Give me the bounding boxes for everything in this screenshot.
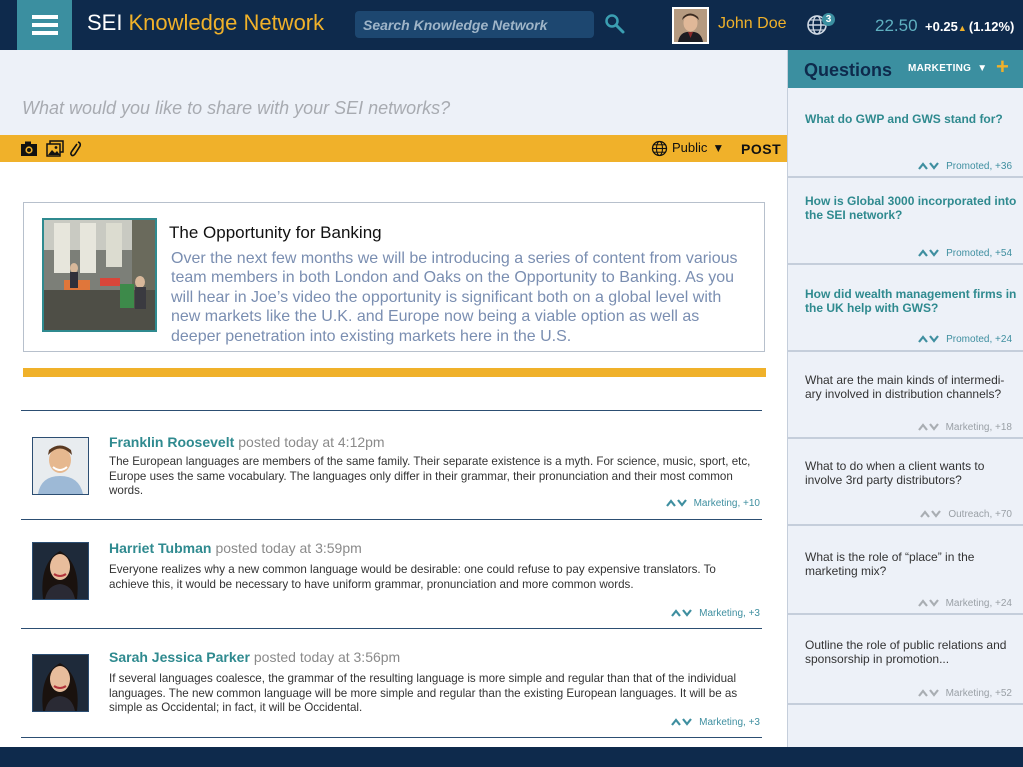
add-question-button[interactable]: + <box>996 56 1009 78</box>
question-item[interactable]: What to do when a client wants to involv… <box>788 439 1023 526</box>
vote-arrows-icon[interactable] <box>665 498 688 508</box>
search-icon[interactable] <box>604 13 626 35</box>
share-composer <box>0 50 787 135</box>
footer-bar <box>0 747 1023 767</box>
search-input[interactable] <box>355 11 594 38</box>
question-item[interactable]: How is Global 3000 incorporated into the… <box>788 178 1023 265</box>
vote-arrows-icon[interactable] <box>671 717 693 727</box>
featured-divider <box>23 368 766 377</box>
post-item: Franklin Roosevelt posted today at 4:12pm… <box>21 420 762 519</box>
vote-arrows-icon[interactable] <box>671 608 693 618</box>
author-avatar[interactable] <box>32 654 89 712</box>
attachment-icon[interactable] <box>69 140 83 157</box>
question-text: What do GWP and GWS stand for? <box>805 112 1003 126</box>
question-meta: Promoted, +36 <box>946 161 1012 172</box>
vote-arrows-icon[interactable] <box>917 688 940 698</box>
post-time: posted today at 4:12pm <box>238 434 385 450</box>
question-item[interactable]: What do GWP and GWS stand for? Promoted,… <box>788 88 1023 178</box>
question-text: How did wealth management firms in the U… <box>805 287 1017 315</box>
author-avatar[interactable] <box>32 542 89 600</box>
stock-price: 22.50 <box>875 16 918 35</box>
question-item[interactable]: How did wealth management firms in the U… <box>788 265 1023 352</box>
post-author[interactable]: Harriet Tubman <box>109 540 211 556</box>
featured-body: Over the next few months we will be intr… <box>171 250 738 345</box>
up-arrow-icon: ▲ <box>957 23 967 33</box>
person-icon <box>33 655 88 711</box>
question-item[interactable]: What is the role of “place” in the marke… <box>788 526 1023 615</box>
post-time: posted today at 3:56pm <box>253 649 401 665</box>
vote-arrows-icon[interactable] <box>917 422 940 432</box>
stock-change-percent: (1.12%) <box>968 19 1015 34</box>
post-meta: Marketing, +3 <box>699 717 760 728</box>
stock-change: +0.25 <box>925 19 958 34</box>
question-meta: Marketing, +18 <box>945 422 1012 433</box>
person-icon <box>674 9 707 42</box>
stock-ticker: 22.50 +0.25▲ (1.12%) <box>875 16 1014 36</box>
user-name[interactable]: John Doe <box>718 15 787 33</box>
post-body: The European languages are members of th… <box>109 455 751 497</box>
person-icon <box>33 543 88 599</box>
post-author[interactable]: Sarah Jessica Parker <box>109 649 250 665</box>
camera-icon[interactable] <box>20 140 38 157</box>
person-icon <box>33 438 88 494</box>
vote-arrows-icon[interactable] <box>918 334 940 344</box>
caret-down-icon: ▼ <box>712 141 725 155</box>
author-avatar[interactable] <box>32 437 89 495</box>
post-item: Sarah Jessica Parker posted today at 3:56… <box>21 638 762 737</box>
menu-button[interactable] <box>17 0 72 50</box>
share-input[interactable] <box>22 98 762 119</box>
notification-badge: 3 <box>822 13 835 26</box>
post-meta: Marketing, +10 <box>693 498 760 509</box>
questions-filter-dropdown[interactable]: MARKETING ▼ <box>908 63 987 74</box>
question-meta: Marketing, +24 <box>945 598 1012 609</box>
post-time: posted today at 3:59pm <box>215 540 362 556</box>
featured-article[interactable]: The Opportunity for Banking Over the nex… <box>23 202 765 352</box>
top-bar: SEIKnowledge Network John Doe 3 22.50 +0… <box>0 0 1023 50</box>
app-title: SEI Knowledge Network <box>87 10 324 36</box>
divider <box>21 519 762 520</box>
question-item[interactable]: Outline the role of public relations and… <box>788 615 1023 705</box>
questions-header: Questions MARKETING ▼ + <box>788 50 1023 88</box>
question-item[interactable]: What are the main kinds of intermedi­ary… <box>788 352 1023 439</box>
user-avatar[interactable] <box>672 7 709 44</box>
question-meta: Promoted, +24 <box>946 334 1012 345</box>
question-text: Outline the role of public relations and… <box>805 638 1007 666</box>
divider <box>21 410 762 411</box>
question-text: What is the role of “place” in the marke… <box>805 550 975 578</box>
globe-icon <box>651 140 668 157</box>
featured-image <box>42 218 157 332</box>
vote-arrows-icon[interactable] <box>917 598 940 608</box>
questions-title: Questions <box>804 60 893 80</box>
vote-arrows-icon[interactable] <box>918 248 940 258</box>
privacy-label: Public <box>672 140 708 155</box>
vote-arrows-icon[interactable] <box>918 161 940 171</box>
question-meta: Outreach, +70 <box>948 509 1012 520</box>
question-text: What to do when a client wants to involv… <box>805 459 985 487</box>
featured-title[interactable]: The Opportunity for Banking <box>169 223 382 243</box>
question-meta: Promoted, +54 <box>946 248 1012 259</box>
caret-down-icon: ▼ <box>977 63 988 74</box>
questions-panel: Questions MARKETING ▼ + What do GWP and G… <box>787 50 1023 747</box>
post-item: Harriet Tubman posted today at 3:59pm Eve… <box>21 529 762 628</box>
divider <box>21 737 762 738</box>
menu-icon <box>32 15 58 19</box>
divider <box>21 628 762 629</box>
question-text: How is Global 3000 incorporated into the… <box>805 194 1017 222</box>
brand-name: Knowledge Network <box>128 10 325 35</box>
post-button[interactable]: POST <box>741 141 781 157</box>
brand-prefix: SEI <box>87 10 123 35</box>
composer-toolbar: Public ▼ POST <box>0 135 787 162</box>
question-text: What are the main kinds of intermedi­ary… <box>805 373 1005 401</box>
post-meta: Marketing, +3 <box>699 608 760 619</box>
post-author[interactable]: Franklin Roosevelt <box>109 434 234 450</box>
vote-arrows-icon[interactable] <box>920 509 942 519</box>
privacy-dropdown[interactable]: Public ▼ <box>651 140 724 157</box>
question-meta: Marketing, +52 <box>945 688 1012 699</box>
photos-icon[interactable] <box>46 140 64 157</box>
post-body: Everyone realizes why a new common langu… <box>109 563 716 591</box>
filter-label: MARKETING <box>908 63 972 74</box>
post-body: If several languages coalesce, the gramm… <box>109 672 738 714</box>
